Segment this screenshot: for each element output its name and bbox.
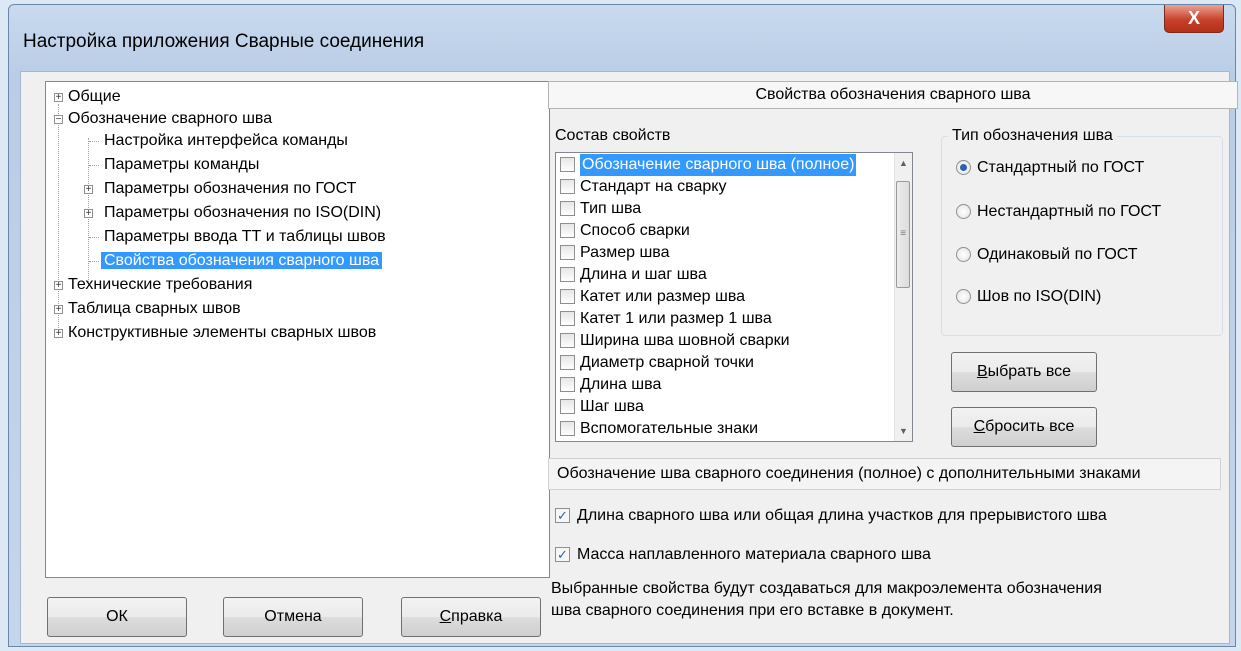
checkbox[interactable] [560, 399, 575, 414]
tree-item-label: Обозначение сварного шва [68, 110, 273, 127]
tree-item-tt-input[interactable]: Параметры ввода ТТ и таблицы швов [104, 226, 386, 248]
tree-item-command-interface[interactable]: Настройка интерфейса команды [104, 130, 348, 152]
list-item-label: Шаг шва [580, 398, 644, 415]
checkbox[interactable] [560, 179, 575, 194]
expand-icon[interactable]: + [54, 329, 63, 339]
checkbox[interactable] [560, 267, 575, 282]
expand-icon[interactable]: + [54, 93, 63, 103]
list-item-label: Размер шва [580, 244, 670, 261]
expand-icon[interactable]: + [54, 281, 63, 291]
checkbox[interactable] [560, 223, 575, 238]
tree-guide-line [58, 104, 59, 334]
list-scrollbar[interactable]: ▲ ≡ ▼ [894, 153, 912, 441]
tree-item-label: Параметры обозначения по ISO(DIN) [104, 204, 382, 221]
tree-item-label: Конструктивные элементы сварных швов [68, 324, 377, 341]
settings-tree[interactable]: + Общие − Обозначение сварного шва Настр… [45, 81, 550, 578]
checkbox[interactable] [560, 355, 575, 370]
select-all-button[interactable]: Выбрать все [951, 352, 1097, 392]
checkbox[interactable] [560, 333, 575, 348]
radio-label: Нестандартный по ГОСТ [977, 203, 1162, 220]
window-title: Настройка приложения Сварные соединения [23, 31, 425, 52]
expand-icon[interactable]: + [54, 305, 63, 315]
checkmark-icon[interactable]: ✓ [555, 547, 570, 562]
checkbox[interactable] [560, 201, 575, 216]
radio-label: Шов по ISO(DIN) [977, 288, 1102, 305]
radio-label: Стандартный по ГОСТ [977, 159, 1145, 176]
checkmark-icon[interactable]: ✓ [555, 508, 570, 523]
scroll-up-icon[interactable]: ▲ [895, 155, 912, 172]
tree-item-label: Параметры обозначения по ГОСТ [104, 180, 357, 197]
note-line-2: шва сварного соединения при его вставке … [551, 602, 954, 619]
tree-item-label: Параметры команды [104, 156, 260, 173]
tree-item-command-params[interactable]: Параметры команды [104, 154, 259, 176]
radio-icon[interactable] [956, 247, 971, 262]
properties-label: Состав свойств [555, 127, 671, 144]
tree-item-label: Общие [68, 88, 121, 105]
tree-item-label: Технические требования [68, 276, 253, 293]
designation-type-label: Тип обозначения шва [948, 127, 1117, 145]
tree-item-label: Параметры ввода ТТ и таблицы швов [104, 228, 386, 245]
list-item-label: Ширина шва шовной сварки [580, 332, 790, 349]
list-item-label: Длина и шаг шва [580, 266, 707, 283]
reset-all-label-rest: бросить все [985, 418, 1075, 435]
tree-guide-line [89, 261, 99, 262]
property-description: Обозначение шва сварного соединения (пол… [548, 458, 1221, 490]
dialog-client-area: + Общие − Обозначение сварного шва Настр… [20, 71, 1238, 644]
collapse-icon[interactable]: − [54, 115, 63, 125]
list-item-label: Способ сварки [580, 222, 690, 239]
checkbox[interactable] [560, 245, 575, 260]
list-item-label: Обозначение сварного шва (полное) [580, 154, 857, 176]
close-button[interactable]: X [1164, 5, 1224, 33]
checkbox[interactable] [560, 421, 575, 436]
tree-item-label: Таблица сварных швов [68, 300, 241, 317]
checkbox[interactable] [560, 289, 575, 304]
note-line-1: Выбранные свойства будут создаваться для… [551, 580, 1102, 597]
tree-guide-line [89, 141, 99, 142]
scroll-thumb[interactable]: ≡ [896, 181, 910, 288]
reset-all-button[interactable]: Сбросить все [951, 407, 1097, 447]
list-item-label: Катет 1 или размер 1 шва [580, 310, 772, 327]
expand-icon[interactable]: + [84, 209, 93, 219]
scroll-down-icon[interactable]: ▼ [895, 423, 912, 440]
help-label-rest: правка [451, 608, 503, 625]
checkbox[interactable] [560, 311, 575, 326]
checkbox[interactable] [560, 157, 575, 172]
cancel-button[interactable]: Отмена [223, 597, 363, 637]
tree-item-weld-properties[interactable]: Свойства обозначения сварного шва [101, 250, 383, 272]
option-label: Длина сварного шва или общая длина участ… [577, 507, 1107, 524]
radio-selected-icon[interactable] [956, 160, 971, 175]
ok-button[interactable]: ОК [47, 597, 187, 637]
radio-icon[interactable] [956, 289, 971, 304]
option-label: Масса наплавленного материала сварного ш… [577, 546, 931, 563]
panel-header: Свойства обозначения сварного шва [548, 81, 1238, 109]
dialog-window: Настройка приложения Сварные соединения … [8, 4, 1238, 647]
list-item-label: Катет или размер шва [580, 288, 746, 305]
reset-all-mnemonic: С [973, 418, 986, 435]
radio-icon[interactable] [956, 204, 971, 219]
expand-icon[interactable]: + [84, 185, 93, 195]
tree-guide-line [89, 237, 99, 238]
help-button[interactable]: Справка [401, 597, 541, 637]
properties-list[interactable]: Обозначение сварного шва (полное) Станда… [555, 152, 913, 442]
list-item-label: Тип шва [580, 200, 642, 217]
tree-item-label: Свойства обозначения сварного шва [101, 252, 383, 269]
tree-guide-line [89, 165, 99, 166]
select-all-label-rest: ыбрать все [987, 363, 1072, 380]
list-item-label: Стандарт на сварку [580, 178, 727, 195]
tree-item-label: Настройка интерфейса команды [104, 132, 348, 149]
checkbox[interactable] [560, 377, 575, 392]
list-item-label: Вспомогательные знаки [580, 420, 759, 437]
select-all-mnemonic: В [976, 363, 988, 380]
list-item-label: Диаметр сварной точки [580, 354, 754, 371]
radio-label: Одинаковый по ГОСТ [977, 246, 1138, 263]
help-mnemonic: С [439, 608, 452, 625]
list-item-label: Длина шва [580, 376, 662, 393]
